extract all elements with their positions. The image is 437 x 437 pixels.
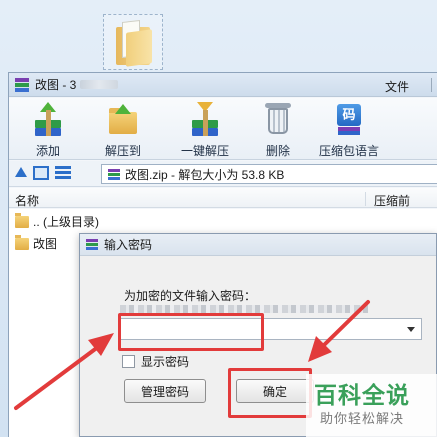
archive-app-icon — [86, 238, 98, 251]
address-path: 改图.zip - 解包大小为 53.8 KB — [125, 167, 285, 182]
list-item[interactable]: .. (上级目录) — [15, 212, 99, 230]
archive-language-button[interactable]: 码 压缩包语言 — [319, 102, 379, 159]
add-archive-icon — [31, 102, 65, 136]
archive-language-label: 压缩包语言 — [319, 144, 380, 158]
one-key-extract-button[interactable]: 一键解压 — [181, 102, 229, 159]
column-compressed[interactable]: 压缩前 — [365, 192, 410, 208]
zip-file-icon — [108, 168, 120, 180]
desktop-folder-icon[interactable] — [103, 14, 163, 70]
one-key-extract-label: 一键解压 — [181, 144, 230, 158]
extract-to-button[interactable]: 解压到 — [105, 102, 141, 159]
redacted-filename — [120, 305, 368, 313]
up-arrow-icon[interactable] — [15, 167, 27, 177]
password-prompt: 为加密的文件输入密码： — [124, 289, 257, 303]
file-name: .. (上级目录) — [33, 215, 99, 229]
list-view-icon[interactable] — [55, 166, 71, 180]
highlight-box-password — [118, 313, 264, 351]
file-name: 改图 — [33, 237, 58, 251]
window-title: 改图 - 3 — [35, 78, 77, 92]
watermark-title: 百科全说 — [314, 382, 410, 408]
chevron-down-icon[interactable] — [407, 327, 415, 332]
folder-icon — [15, 234, 29, 250]
address-field[interactable]: 改图.zip - 解包大小为 53.8 KB — [101, 164, 437, 184]
add-button[interactable]: 添加 — [31, 102, 65, 159]
delete-label: 删除 — [265, 144, 290, 158]
trash-icon — [261, 102, 295, 136]
column-name[interactable]: 名称 — [15, 192, 39, 209]
watermark-subtitle: 助你轻松解决 — [320, 411, 405, 426]
toolbar: 添加 解压到 一键解压 删除 码 压缩包语言 — [9, 98, 437, 160]
view-icon[interactable] — [33, 166, 49, 180]
archive-app-icon — [15, 77, 29, 92]
language-icon: 码 — [332, 102, 366, 136]
list-item[interactable]: 改图 — [15, 234, 58, 252]
folder-icon — [15, 212, 29, 228]
file-list-header: 名称 压缩前 — [9, 188, 437, 208]
window-control-edge — [431, 78, 437, 92]
menu-file[interactable]: 文件 — [385, 78, 409, 95]
title-redacted-area — [80, 80, 119, 89]
window-titlebar: 改图 - 3 — [9, 73, 437, 97]
folder-icon — [116, 20, 152, 67]
address-bar: 改图.zip - 解包大小为 53.8 KB — [9, 161, 437, 187]
highlight-box-ok — [228, 368, 312, 418]
show-password-label: 显示密码 — [141, 355, 190, 369]
dialog-titlebar: 输入密码 — [80, 234, 436, 256]
show-password-checkbox[interactable] — [122, 355, 135, 368]
delete-button[interactable]: 删除 — [261, 102, 295, 159]
add-label: 添加 — [35, 144, 60, 158]
extract-folder-icon — [106, 102, 140, 136]
dialog-title: 输入密码 — [104, 238, 153, 252]
one-key-extract-icon — [188, 102, 222, 136]
manage-password-button[interactable]: 管理密码 — [124, 379, 206, 403]
show-password-row[interactable]: 显示密码 — [122, 353, 189, 370]
extract-to-label: 解压到 — [105, 144, 142, 158]
